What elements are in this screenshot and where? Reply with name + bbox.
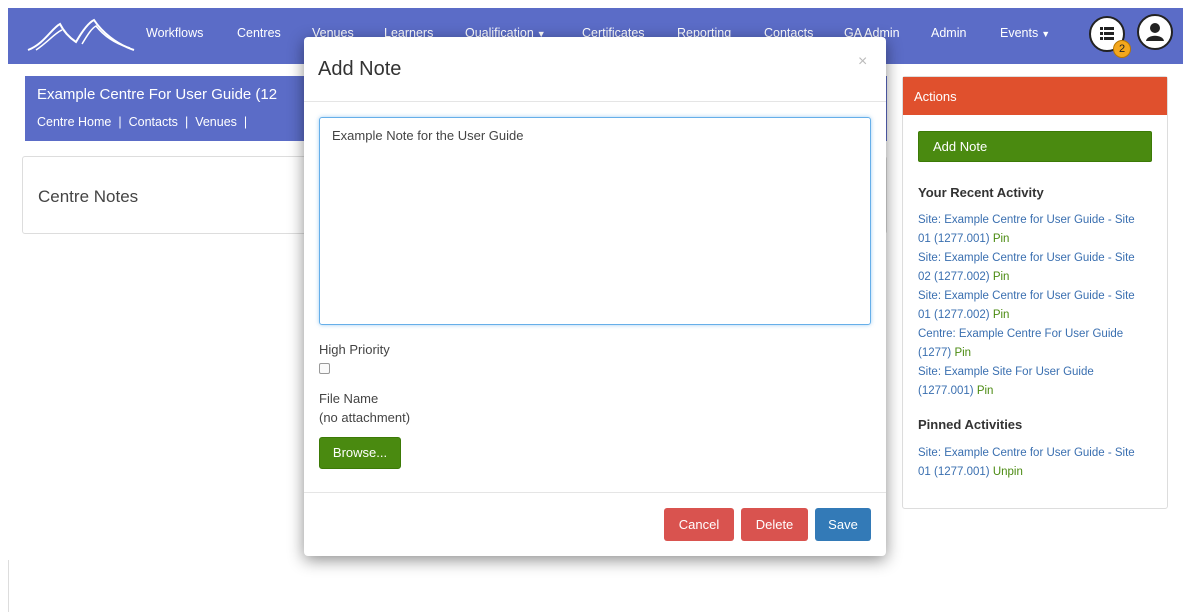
recent-activity-link[interactable]: Site: Example Centre for User Guide - Si…: [918, 290, 1135, 321]
modal-footer-divider: [304, 492, 886, 493]
high-priority-checkbox[interactable]: [319, 363, 330, 374]
recent-activity-link[interactable]: Site: Example Centre for User Guide - Si…: [918, 252, 1135, 283]
list-item: Site: Example Centre for User Guide - Si…: [918, 249, 1150, 287]
browse-button[interactable]: Browse...: [319, 437, 401, 469]
user-profile-icon[interactable]: [1137, 14, 1173, 50]
pinned-activity-link[interactable]: Site: Example Centre for User Guide - Si…: [918, 447, 1135, 478]
nav-admin[interactable]: Admin: [931, 26, 966, 40]
caret-down-icon: ▼: [1041, 29, 1051, 39]
pin-link[interactable]: Pin: [993, 271, 1010, 283]
note-textarea[interactable]: Example Note for the User Guide: [319, 117, 871, 325]
pin-link[interactable]: Pin: [993, 233, 1010, 245]
list-item: Site: Example Centre for User Guide - Si…: [918, 211, 1150, 249]
link-separator: |: [243, 115, 248, 129]
delete-button[interactable]: Delete: [741, 508, 808, 541]
file-name-value: (no attachment): [319, 410, 411, 425]
modal-title: Add Note: [318, 58, 402, 80]
recent-activity-link[interactable]: Centre: Example Centre For User Guide (1…: [918, 328, 1123, 359]
cancel-button[interactable]: Cancel: [664, 508, 734, 541]
nav-events-label: Events: [1000, 26, 1039, 40]
centre-title: Example Centre For User Guide (12: [37, 86, 278, 103]
save-button[interactable]: Save: [815, 508, 871, 541]
mountain-logo-icon[interactable]: [26, 14, 136, 54]
centre-links: Centre Home | Contacts | Venues |: [37, 115, 248, 129]
list-item: Site: Example Site For User Guide (1277.…: [918, 363, 1150, 401]
centre-notes-title: Centre Notes: [38, 187, 139, 206]
link-contacts[interactable]: Contacts: [129, 115, 178, 129]
link-venues[interactable]: Venues: [195, 115, 237, 129]
user-icon: [1146, 23, 1164, 41]
notification-count-badge: 2: [1113, 40, 1131, 58]
pinned-activities-title: Pinned Activities: [918, 417, 1023, 432]
modal-header-divider: [304, 101, 886, 102]
page-border: [8, 560, 9, 612]
nav-centres[interactable]: Centres: [237, 26, 281, 40]
nav-events[interactable]: Events ▼: [1000, 26, 1050, 40]
actions-panel: Actions Add Note Your Recent Activity Si…: [902, 76, 1168, 509]
recent-activity-link[interactable]: Site: Example Site For User Guide (1277.…: [918, 366, 1094, 397]
list-item: Site: Example Centre for User Guide - Si…: [918, 287, 1150, 325]
pin-link[interactable]: Pin: [977, 385, 994, 397]
high-priority-label: High Priority: [319, 342, 390, 357]
close-icon[interactable]: ×: [858, 53, 867, 71]
link-centre-home[interactable]: Centre Home: [37, 115, 111, 129]
list-item: Centre: Example Centre For User Guide (1…: [918, 325, 1150, 363]
add-note-button[interactable]: Add Note: [918, 131, 1152, 162]
pinned-activity-list: Site: Example Centre for User Guide - Si…: [918, 444, 1150, 482]
pin-link[interactable]: Pin: [993, 309, 1010, 321]
recent-activity-list: Site: Example Centre for User Guide - Si…: [918, 211, 1150, 401]
list-item: Site: Example Centre for User Guide - Si…: [918, 444, 1150, 482]
recent-activity-title: Your Recent Activity: [918, 185, 1044, 200]
add-note-modal: Add Note × Example Note for the User Gui…: [304, 37, 886, 556]
unpin-link[interactable]: Unpin: [993, 466, 1023, 478]
actions-header: Actions: [903, 77, 1167, 115]
pin-link[interactable]: Pin: [954, 347, 971, 359]
file-name-label: File Name: [319, 391, 379, 406]
nav-workflows[interactable]: Workflows: [146, 26, 203, 40]
recent-activity-link[interactable]: Site: Example Centre for User Guide - Si…: [918, 214, 1135, 245]
